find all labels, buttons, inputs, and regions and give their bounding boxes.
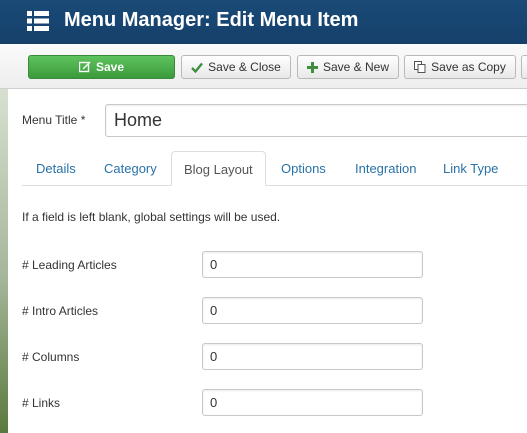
leading-articles-label: # Leading Articles xyxy=(22,258,117,272)
tab-integration[interactable]: Integration xyxy=(355,161,416,176)
intro-articles-input[interactable] xyxy=(202,297,423,324)
edit-icon xyxy=(78,61,91,73)
page-header: Menu Manager: Edit Menu Item xyxy=(0,0,527,44)
columns-label: # Columns xyxy=(22,350,80,364)
background-strip xyxy=(0,89,8,433)
tab-details[interactable]: Details xyxy=(36,161,76,176)
plus-icon xyxy=(306,61,318,73)
save-close-button[interactable]: Save & Close xyxy=(181,55,291,79)
save-close-label: Save & Close xyxy=(208,60,281,74)
tab-category[interactable]: Category xyxy=(104,161,157,176)
save-new-label: Save & New xyxy=(322,60,390,74)
save-copy-label: Save as Copy xyxy=(431,60,506,74)
tabs-divider xyxy=(22,185,527,186)
save-button-label: Save xyxy=(95,60,125,74)
save-copy-button[interactable]: Save as Copy xyxy=(404,55,516,79)
intro-articles-label: # Intro Articles xyxy=(22,304,99,318)
leading-articles-input[interactable] xyxy=(202,251,423,278)
menu-list-icon xyxy=(27,11,49,31)
menu-title-input[interactable] xyxy=(105,104,527,137)
save-new-button[interactable]: Save & New xyxy=(297,55,399,79)
more-button[interactable] xyxy=(521,55,527,79)
blank-fields-notice: If a field is left blank, global setting… xyxy=(22,210,281,224)
menu-title-label: Menu Title * xyxy=(22,113,86,127)
save-button[interactable]: Save xyxy=(28,55,175,79)
tab-blog-layout[interactable]: Blog Layout xyxy=(171,151,266,186)
links-input[interactable] xyxy=(202,389,423,416)
tab-link-type[interactable]: Link Type xyxy=(443,161,498,176)
columns-input[interactable] xyxy=(202,343,423,370)
tab-options[interactable]: Options xyxy=(281,161,326,176)
copy-icon xyxy=(414,61,426,73)
toolbar: Save Save & Close Save & New Save as Cop… xyxy=(0,44,527,89)
links-label: # Links xyxy=(22,396,61,410)
page-title: Menu Manager: Edit Menu Item xyxy=(64,9,359,31)
checkmark-icon xyxy=(191,62,204,73)
